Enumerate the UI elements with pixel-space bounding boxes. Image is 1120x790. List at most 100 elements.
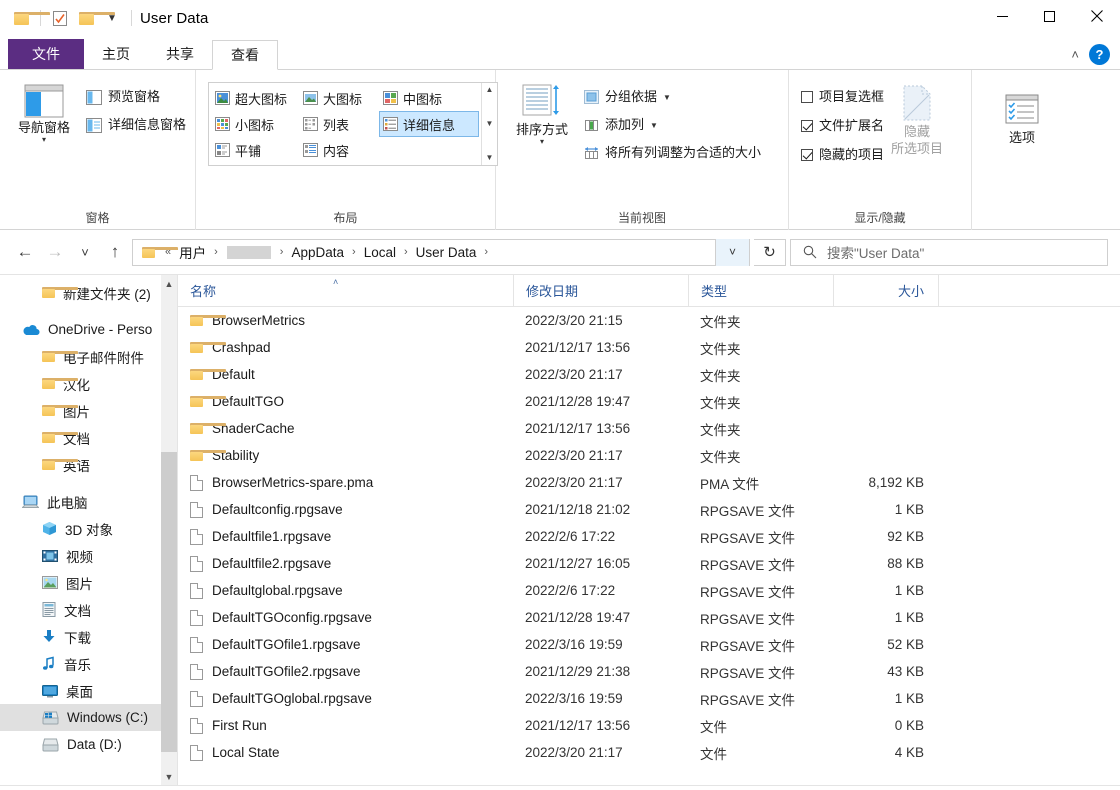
- address-breadcrumb-bar[interactable]: « 用户 › › AppData › Local › User Data › ˅: [132, 238, 750, 266]
- folder-icon[interactable]: [8, 5, 50, 31]
- new-folder-icon[interactable]: [73, 5, 115, 31]
- table-row[interactable]: DefaultTGOglobal.rpgsave 2022/3/16 19:59…: [178, 685, 1120, 712]
- scroll-down-icon[interactable]: ▼: [486, 120, 494, 128]
- gallery-expand-icon[interactable]: ▼: [486, 154, 494, 162]
- options-button[interactable]: 选项: [986, 90, 1058, 145]
- table-row[interactable]: DefaultTGOfile1.rpgsave 2022/3/16 19:59 …: [178, 631, 1120, 658]
- forward-button[interactable]: →: [42, 239, 68, 265]
- nav-item-pictures-onedrive[interactable]: 图片: [0, 397, 177, 424]
- breadcrumb-separator[interactable]: ›: [209, 246, 223, 258]
- size-all-columns-button[interactable]: 将所有列调整为合适的大小: [584, 142, 761, 164]
- dropdown-arrow-icon[interactable]: ▼: [663, 93, 671, 102]
- scroll-down-arrow-icon[interactable]: ▼: [161, 768, 177, 785]
- minimize-button[interactable]: [979, 0, 1026, 32]
- column-header-type[interactable]: 类型: [688, 275, 833, 307]
- table-row[interactable]: Default 2022/3/20 21:17 文件夹: [178, 361, 1120, 388]
- add-columns-button[interactable]: 添加列 ▼: [584, 114, 761, 136]
- dropdown-arrow-icon[interactable]: ▼: [650, 121, 658, 130]
- nav-item-music[interactable]: 音乐: [0, 650, 177, 677]
- breadcrumb-username-redacted[interactable]: [226, 245, 271, 259]
- table-row[interactable]: Defaultfile2.rpgsave 2021/12/27 16:05 RP…: [178, 550, 1120, 577]
- table-row[interactable]: Defaultglobal.rpgsave 2022/2/6 17:22 RPG…: [178, 577, 1120, 604]
- preview-pane-button[interactable]: 预览窗格: [86, 86, 186, 108]
- table-row[interactable]: Defaultfile1.rpgsave 2022/2/6 17:22 RPGS…: [178, 523, 1120, 550]
- sort-by-button[interactable]: 排序方式 ▾: [506, 80, 578, 146]
- column-header-date[interactable]: 修改日期: [513, 275, 688, 307]
- quick-access-dropdown-icon[interactable]: ▼: [99, 5, 125, 31]
- nav-item-desktop[interactable]: 桌面: [0, 677, 177, 704]
- breadcrumb-separator[interactable]: ›: [479, 246, 493, 258]
- item-checkboxes-checkbox[interactable]: [801, 91, 813, 103]
- nav-item-data-d[interactable]: Data (D:): [0, 731, 177, 758]
- table-row[interactable]: First Run 2021/12/17 13:56 文件 0 KB: [178, 712, 1120, 739]
- nav-item-3d-objects[interactable]: 3D 对象: [0, 515, 177, 542]
- breadcrumb-local[interactable]: Local: [361, 245, 399, 260]
- table-row[interactable]: Defaultconfig.rpgsave 2021/12/18 21:02 R…: [178, 496, 1120, 523]
- breadcrumb-appdata[interactable]: AppData: [288, 245, 347, 260]
- maximize-button[interactable]: [1026, 0, 1073, 32]
- column-header-size[interactable]: 大小: [833, 275, 938, 307]
- scrollbar-thumb[interactable]: [161, 452, 177, 752]
- breadcrumb-user-data[interactable]: User Data: [413, 245, 480, 260]
- file-extensions-option[interactable]: 文件扩展名: [801, 115, 884, 137]
- table-row[interactable]: DefaultTGO 2021/12/28 19:47 文件夹: [178, 388, 1120, 415]
- gallery-scrollbar[interactable]: ▲ ▼ ▼: [481, 83, 497, 165]
- tab-file[interactable]: 文件: [8, 39, 84, 69]
- close-button[interactable]: [1073, 0, 1120, 32]
- gallery-item-list[interactable]: 列表: [299, 111, 379, 137]
- nav-item-new-folder-2[interactable]: 新建文件夹 (2): [0, 279, 177, 306]
- table-row[interactable]: Stability 2022/3/20 21:17 文件夹: [178, 442, 1120, 469]
- nav-item-videos[interactable]: 视频: [0, 542, 177, 569]
- help-icon[interactable]: ?: [1089, 43, 1110, 65]
- nav-item-documents[interactable]: 文档: [0, 596, 177, 623]
- column-header-name[interactable]: 名称: [178, 275, 513, 307]
- chevron-up-icon[interactable]: ˄: [1071, 47, 1079, 62]
- tab-home[interactable]: 主页: [84, 39, 148, 69]
- nav-item-email-attachments[interactable]: 电子邮件附件: [0, 343, 177, 370]
- address-dropdown-button[interactable]: ˅: [715, 238, 749, 266]
- item-checkboxes-option[interactable]: 项目复选框: [801, 86, 884, 108]
- properties-icon[interactable]: [47, 5, 73, 31]
- hidden-items-option[interactable]: 隐藏的项目: [801, 144, 884, 166]
- dropdown-arrow-icon[interactable]: ▾: [540, 138, 544, 146]
- nav-item-english[interactable]: 英语: [0, 451, 177, 478]
- gallery-item-small-icons[interactable]: 小图标: [211, 111, 299, 137]
- nav-item-windows-c[interactable]: Windows (C:): [0, 704, 177, 731]
- up-button[interactable]: ↑: [102, 239, 128, 265]
- scrollbar-track[interactable]: [161, 292, 177, 768]
- breadcrumb-separator[interactable]: ›: [399, 246, 413, 258]
- tab-view[interactable]: 查看: [212, 40, 278, 70]
- gallery-item-tiles[interactable]: 平铺: [211, 137, 299, 163]
- back-button[interactable]: ←: [12, 239, 38, 265]
- scroll-up-arrow-icon[interactable]: ▲: [161, 275, 177, 292]
- dropdown-arrow-icon[interactable]: ▾: [42, 136, 46, 144]
- nav-item-this-pc[interactable]: 此电脑: [0, 488, 177, 515]
- hidden-items-checkbox[interactable]: [801, 149, 813, 161]
- recent-locations-button[interactable]: ˅: [72, 239, 98, 265]
- nav-item-onedrive[interactable]: OneDrive - Perso: [0, 316, 177, 343]
- table-row[interactable]: BrowserMetrics 2022/3/20 21:15 文件夹: [178, 307, 1120, 334]
- nav-item-pictures[interactable]: 图片: [0, 569, 177, 596]
- scroll-up-icon[interactable]: ▲: [486, 86, 494, 94]
- table-row[interactable]: DefaultTGOconfig.rpgsave 2021/12/28 19:4…: [178, 604, 1120, 631]
- search-box[interactable]: 搜索"User Data": [790, 238, 1108, 266]
- navigation-pane-button[interactable]: 导航窗格 ▾: [8, 80, 80, 144]
- nav-item-hanhua[interactable]: 汉化: [0, 370, 177, 397]
- navigation-pane-scrollbar[interactable]: ▲ ▼: [161, 275, 177, 785]
- refresh-button[interactable]: ↻: [754, 238, 786, 266]
- group-by-button[interactable]: 分组依据 ▼: [584, 86, 761, 108]
- breadcrumb-separator[interactable]: ›: [275, 246, 289, 258]
- breadcrumb-users[interactable]: 用户: [176, 242, 209, 262]
- tab-share[interactable]: 共享: [148, 39, 212, 69]
- gallery-item-extra-large-icons[interactable]: 超大图标: [211, 85, 299, 111]
- gallery-item-medium-icons[interactable]: 中图标: [379, 85, 479, 111]
- table-row[interactable]: BrowserMetrics-spare.pma 2022/3/20 21:17…: [178, 469, 1120, 496]
- gallery-item-content[interactable]: 内容: [299, 137, 379, 163]
- table-row[interactable]: Local State 2022/3/20 21:17 文件 4 KB: [178, 739, 1120, 766]
- nav-item-downloads[interactable]: 下载: [0, 623, 177, 650]
- gallery-item-details[interactable]: 详细信息: [379, 111, 479, 137]
- gallery-item-large-icons[interactable]: 大图标: [299, 85, 379, 111]
- file-extensions-checkbox[interactable]: [801, 120, 813, 132]
- table-row[interactable]: DefaultTGOfile2.rpgsave 2021/12/29 21:38…: [178, 658, 1120, 685]
- nav-item-documents-onedrive[interactable]: 文档: [0, 424, 177, 451]
